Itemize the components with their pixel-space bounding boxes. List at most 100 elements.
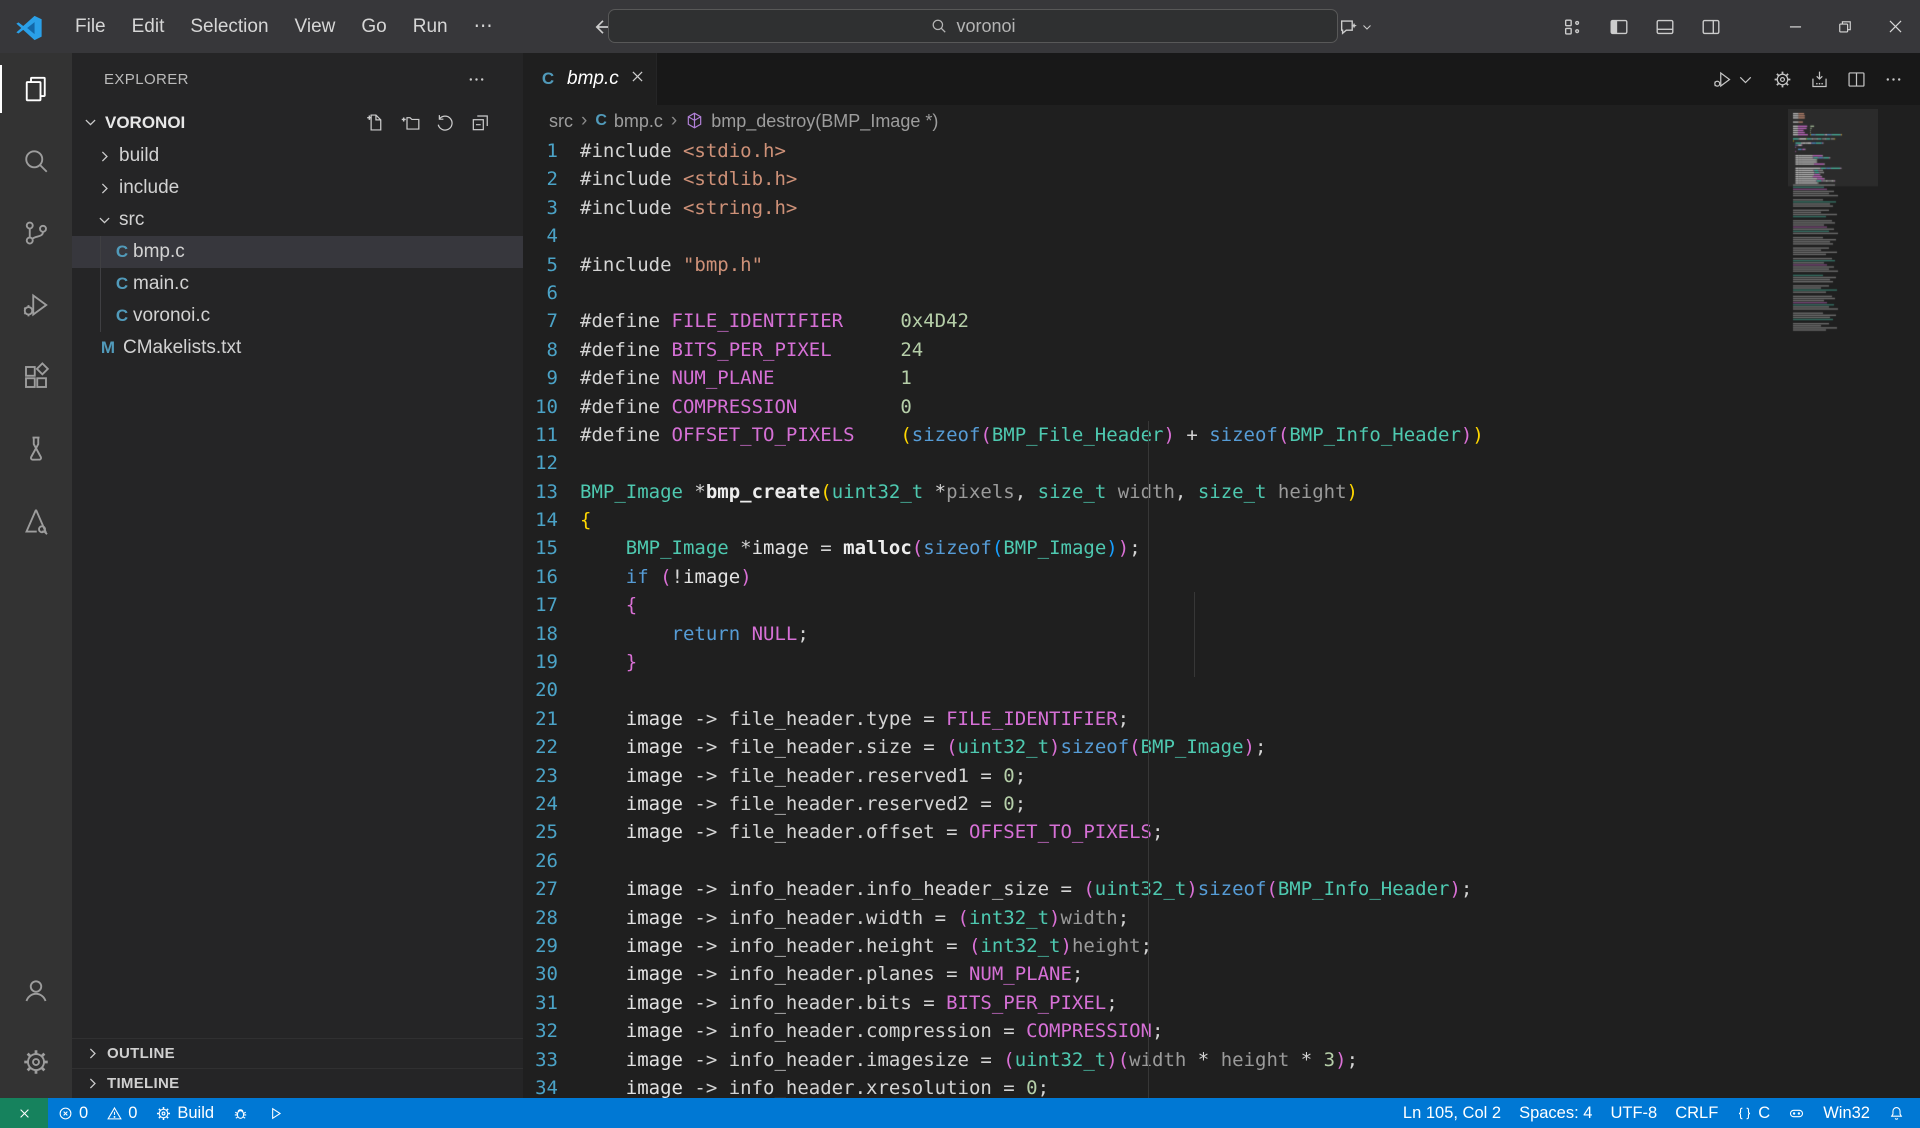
copilot-menu-button[interactable] <box>1338 16 1374 38</box>
menu-edit[interactable]: Edit <box>119 9 178 45</box>
code-line-9[interactable]: 9#define NUM_PLANE 1 <box>523 364 1788 392</box>
problems-indicator[interactable]: 0 0 <box>48 1098 146 1128</box>
code-line-21[interactable]: 21 image -> file_header.type = FILE_IDEN… <box>523 705 1788 733</box>
split-editor-icon[interactable] <box>1846 69 1867 90</box>
customize-layout-button[interactable] <box>1550 0 1596 53</box>
editor-settings-gear-icon[interactable] <box>1772 69 1793 90</box>
tree-item-build[interactable]: build <box>72 140 523 172</box>
collapse-folders-button[interactable] <box>470 112 491 133</box>
breadcrumb-file[interactable]: bmp.c <box>614 111 663 132</box>
activitybar-search[interactable] <box>0 125 72 197</box>
code-line-17[interactable]: 17 { <box>523 591 1788 619</box>
cmake-debug-button[interactable] <box>223 1098 258 1128</box>
breadcrumb-symbol[interactable]: bmp_destroy(BMP_Image *) <box>711 111 938 132</box>
tab-close-button[interactable] <box>629 68 646 90</box>
toggle-primary-sidebar-button[interactable] <box>1596 0 1642 53</box>
tree-item-src[interactable]: src <box>72 204 523 236</box>
platform-indicator[interactable]: Win32 <box>1814 1098 1879 1128</box>
code-line-19[interactable]: 19 } <box>523 648 1788 676</box>
new-folder-button[interactable] <box>400 112 421 133</box>
activitybar-testing[interactable] <box>0 413 72 485</box>
code-line-2[interactable]: 2#include <stdlib.h> <box>523 165 1788 193</box>
outline-section[interactable]: OUTLINE <box>72 1038 523 1068</box>
menu-go[interactable]: Go <box>348 9 399 45</box>
indentation-indicator[interactable]: Spaces: 4 <box>1510 1098 1601 1128</box>
code-line-25[interactable]: 25 image -> file_header.offset = OFFSET_… <box>523 818 1788 846</box>
code-line-11[interactable]: 11#define OFFSET_TO_PIXELS (sizeof(BMP_F… <box>523 421 1788 449</box>
encoding-indicator[interactable]: UTF-8 <box>1601 1098 1666 1128</box>
activitybar-cmake[interactable] <box>0 485 72 557</box>
code-editor[interactable]: 1#include <stdio.h>2#include <stdlib.h>3… <box>523 137 1788 1098</box>
copilot-status[interactable] <box>1779 1098 1814 1128</box>
menu-selection[interactable]: Selection <box>177 9 281 45</box>
code-line-6[interactable]: 6 <box>523 279 1788 307</box>
code-line-22[interactable]: 22 image -> file_header.size = (uint32_t… <box>523 733 1788 761</box>
code-line-13[interactable]: 13BMP_Image *bmp_create(uint32_t *pixels… <box>523 478 1788 506</box>
minimize-button[interactable] <box>1770 0 1820 53</box>
refresh-explorer-button[interactable] <box>435 112 456 133</box>
code-line-3[interactable]: 3#include <string.h> <box>523 194 1788 222</box>
breadcrumb-src[interactable]: src <box>549 111 573 132</box>
code-line-12[interactable]: 12 <box>523 449 1788 477</box>
notifications-bell[interactable] <box>1879 1098 1914 1128</box>
activitybar-explorer[interactable] <box>0 53 72 125</box>
activitybar-settings[interactable] <box>0 1026 72 1098</box>
timeline-section[interactable]: TIMELINE <box>72 1068 523 1098</box>
code-line-28[interactable]: 28 image -> info_header.width = (int32_t… <box>523 904 1788 932</box>
language-mode[interactable]: C <box>1727 1098 1779 1128</box>
tree-item-voronoi-c[interactable]: Cvoronoi.c <box>72 300 523 332</box>
code-line-15[interactable]: 15 BMP_Image *image = malloc(sizeof(BMP_… <box>523 534 1788 562</box>
workspace-root-row[interactable]: VORONOI <box>72 105 523 140</box>
menu-file[interactable]: File <box>62 9 119 45</box>
code-line-30[interactable]: 30 image -> info_header.planes = NUM_PLA… <box>523 960 1788 988</box>
code-line-16[interactable]: 16 if (!image) <box>523 563 1788 591</box>
code-line-27[interactable]: 27 image -> info_header.info_header_size… <box>523 875 1788 903</box>
tree-item-main-c[interactable]: Cmain.c <box>72 268 523 300</box>
activitybar-account[interactable] <box>0 954 72 1026</box>
code-line-33[interactable]: 33 image -> info_header.imagesize = (uin… <box>523 1046 1788 1074</box>
line-number: 22 <box>523 733 580 761</box>
code-line-32[interactable]: 32 image -> info_header.compression = CO… <box>523 1017 1788 1045</box>
tree-item-bmp-c[interactable]: Cbmp.c <box>72 236 523 268</box>
tree-item-cmakelists-txt[interactable]: MCMakelists.txt <box>72 332 523 364</box>
activitybar-run-debug[interactable] <box>0 269 72 341</box>
cursor-position[interactable]: Ln 105, Col 2 <box>1394 1098 1510 1128</box>
code-line-10[interactable]: 10#define COMPRESSION 0 <box>523 393 1788 421</box>
tree-item-include[interactable]: include <box>72 172 523 204</box>
debug-run-button[interactable] <box>1712 69 1756 90</box>
code-line-24[interactable]: 24 image -> file_header.reserved2 = 0; <box>523 790 1788 818</box>
eol-indicator[interactable]: CRLF <box>1666 1098 1727 1128</box>
code-line-29[interactable]: 29 image -> info_header.height = (int32_… <box>523 932 1788 960</box>
activitybar-source-control[interactable] <box>0 197 72 269</box>
menu-run[interactable]: Run <box>400 9 461 45</box>
code-line-23[interactable]: 23 image -> file_header.reserved1 = 0; <box>523 762 1788 790</box>
code-line-14[interactable]: 14{ <box>523 506 1788 534</box>
code-line-5[interactable]: 5#include "bmp.h" <box>523 251 1788 279</box>
tab-bmp-c[interactable]: C bmp.c <box>523 53 657 105</box>
activitybar-extensions[interactable] <box>0 341 72 413</box>
code-line-20[interactable]: 20 <box>523 676 1788 704</box>
code-line-8[interactable]: 8#define BITS_PER_PIXEL 24 <box>523 336 1788 364</box>
code-line-7[interactable]: 7#define FILE_IDENTIFIER 0x4D42 <box>523 307 1788 335</box>
restore-button[interactable] <box>1820 0 1870 53</box>
code-line-26[interactable]: 26 <box>523 847 1788 875</box>
new-file-button[interactable] <box>365 112 386 133</box>
explorer-more-actions-button[interactable] <box>466 69 487 95</box>
toggle-secondary-sidebar-button[interactable] <box>1688 0 1734 53</box>
code-line-31[interactable]: 31 image -> info_header.bits = BITS_PER_… <box>523 989 1788 1017</box>
more-actions-icon[interactable] <box>1883 69 1904 90</box>
code-line-1[interactable]: 1#include <stdio.h> <box>523 137 1788 165</box>
menu-more[interactable]: ⋯ <box>461 9 506 45</box>
remote-indicator[interactable] <box>0 1098 48 1128</box>
code-line-34[interactable]: 34 image -> info_header.xresolution = 0; <box>523 1074 1788 1098</box>
code-line-18[interactable]: 18 return NULL; <box>523 620 1788 648</box>
toggle-panel-button[interactable] <box>1642 0 1688 53</box>
install-doxygen-icon[interactable] <box>1809 69 1830 90</box>
minimap[interactable] <box>1788 105 1920 1098</box>
code-line-4[interactable]: 4 <box>523 222 1788 250</box>
close-button[interactable] <box>1870 0 1920 53</box>
menu-view[interactable]: View <box>282 9 349 45</box>
command-center-search[interactable]: voronoi <box>608 9 1338 43</box>
cmake-build-button[interactable]: Build <box>146 1098 223 1128</box>
cmake-run-button[interactable] <box>258 1098 293 1128</box>
